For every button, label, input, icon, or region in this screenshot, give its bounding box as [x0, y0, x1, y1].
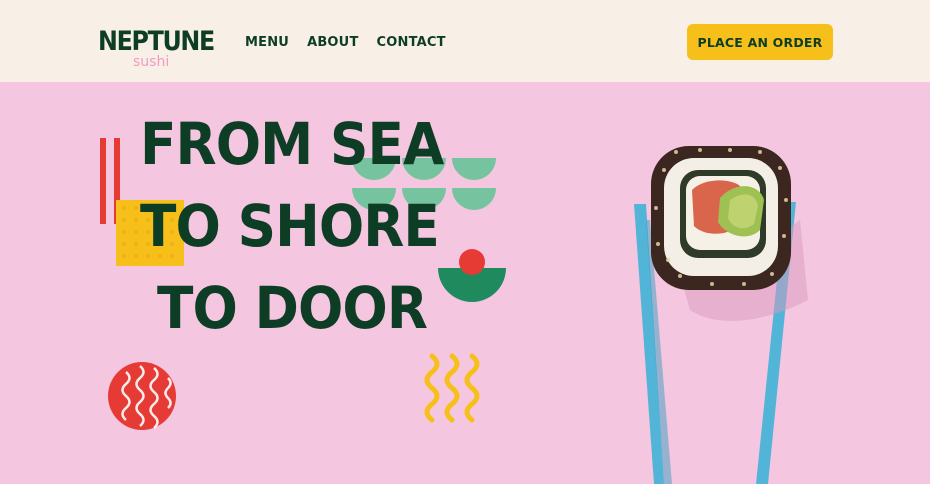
hero-headline-line-1: FROM SEA: [140, 110, 444, 178]
red-ball-green-bowl: [438, 249, 506, 302]
hero-headline-line-3: TO DOOR: [157, 274, 428, 342]
sushi-roll-illustration: [651, 146, 791, 290]
red-wave-circle-icon: [108, 362, 176, 430]
hero-headline-line-2: TO SHORE: [140, 192, 440, 260]
yellow-squiggle-icon: [424, 353, 480, 423]
